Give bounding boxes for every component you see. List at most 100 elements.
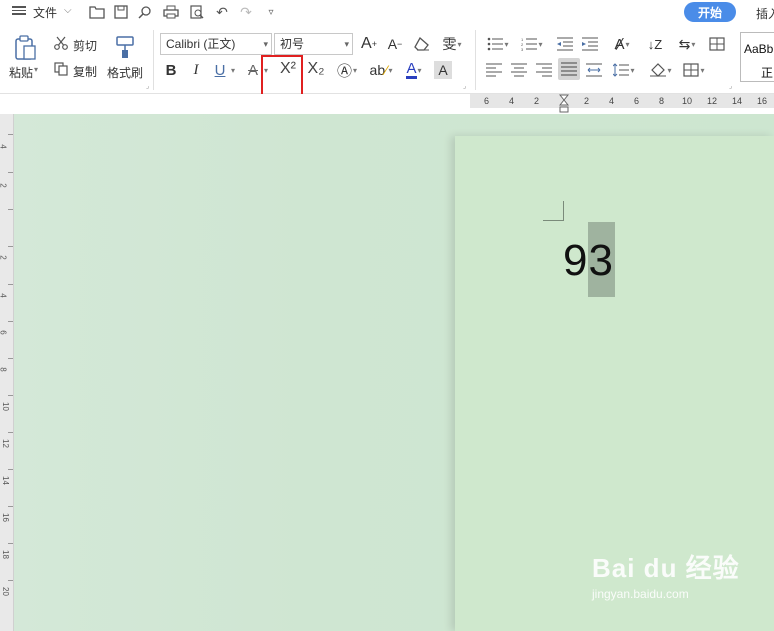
ruler-mark [8, 543, 13, 544]
ruler-tick: 6 [634, 96, 640, 106]
ruler-mark [8, 395, 13, 396]
bold-button[interactable]: B [162, 60, 180, 80]
menu-bar: 文件 ⌵ ↶ ↷ ▿ 开始 插入 [0, 0, 774, 24]
redo-icon[interactable]: ↷ [237, 3, 255, 21]
paragraph-launcher-icon[interactable]: ⌟ [729, 82, 732, 90]
tab-insert[interactable]: 插入 [756, 5, 774, 22]
divider [475, 30, 476, 90]
ruler-tick: 12 [0, 439, 10, 448]
print-preview-icon[interactable] [188, 3, 206, 21]
cut-button[interactable]: 剪切 [73, 37, 97, 54]
format-painter-button[interactable]: 格式刷 [107, 64, 143, 81]
vertical-ruler[interactable]: 4 2 2 4 6 8 10 12 14 16 18 20 [0, 114, 14, 631]
ruler-mark [8, 358, 13, 359]
highlight-icon[interactable]: ab ⁄ ▾ [366, 60, 396, 80]
ruler-tick: 20 [0, 587, 10, 596]
paste-button[interactable]: 粘贴 [9, 64, 33, 81]
ribbon: 粘贴 ▾ 剪切 复制 格式刷 ⌟ Calibri (正文) ▾ 初号 ▾ A + … [0, 24, 774, 97]
find-icon[interactable] [136, 3, 154, 21]
ruler-tick: 16 [757, 96, 768, 106]
ruler-tick: 8 [0, 367, 8, 371]
tab-home[interactable]: 开始 [684, 2, 736, 22]
ruler-mark [8, 469, 13, 470]
ruler-mark [8, 321, 13, 322]
decrease-indent-icon[interactable] [555, 34, 575, 54]
style-preview-text: AaBb [744, 42, 774, 56]
distributed-icon[interactable] [584, 60, 604, 80]
ruler-tick: 2 [0, 183, 8, 187]
increase-indent-icon[interactable] [580, 34, 600, 54]
style-gallery-item[interactable]: AaBb 正 [740, 32, 774, 82]
numbered-list-icon[interactable]: 1 2 3 ▾ [518, 34, 546, 54]
align-center-icon[interactable] [509, 60, 529, 80]
sort-icon[interactable]: ↓Z [645, 34, 665, 54]
horizontal-ruler[interactable]: 6 4 2 2 4 6 8 10 12 14 16 [0, 94, 774, 114]
watermark-url: jingyan.baidu.com [592, 587, 689, 601]
underline-dropdown-icon[interactable]: ▾ [229, 62, 237, 78]
svg-text:3: 3 [521, 47, 524, 51]
justify-icon[interactable] [558, 58, 580, 80]
ruler-tick: 2 [534, 96, 540, 106]
ruler-margin-area [470, 94, 774, 108]
ruler-mark [8, 284, 13, 285]
ruler-tick: 16 [0, 513, 10, 522]
copy-icon[interactable] [54, 62, 68, 76]
customize-quick-access-icon[interactable]: ▿ [262, 3, 280, 21]
text-effect-icon[interactable]: Ⓐ ▾ [333, 60, 361, 80]
ruler-tick: 10 [0, 402, 10, 411]
font-color-icon[interactable]: A ▾ [400, 60, 428, 80]
style-preview-label: 正 [761, 66, 774, 80]
margin-corner-mark [563, 201, 564, 221]
strikethrough-icon[interactable]: A [244, 60, 262, 80]
shrink-font-icon[interactable]: A − [385, 34, 405, 54]
align-right-icon[interactable] [534, 60, 554, 80]
ruler-tick: 4 [0, 293, 8, 297]
ruler-mark [8, 172, 13, 173]
phonetic-guide-icon[interactable]: 雯 ▾ [438, 34, 466, 54]
paste-icon[interactable] [12, 34, 38, 62]
borders-icon[interactable]: ▾ [680, 60, 708, 80]
change-case-icon[interactable]: Ⱥ ▾ [607, 34, 637, 54]
undo-icon[interactable]: ↶ [213, 3, 231, 21]
chevron-down-icon: ▾ [344, 39, 349, 49]
underline-button[interactable]: U [211, 60, 229, 80]
font-size-value: 初号 [280, 37, 305, 51]
ruler-tick: 12 [707, 96, 718, 106]
line-wrap-icon[interactable]: ⇆ ▾ [673, 34, 701, 54]
subscript-button[interactable]: X₂ [304, 58, 328, 80]
grow-font-icon[interactable]: A + [359, 34, 379, 54]
scissors-icon[interactable] [54, 36, 68, 50]
ruler-tick: 2 [584, 96, 590, 106]
margin-corner-mark [543, 220, 563, 221]
document-body-text[interactable]: 93 [563, 236, 614, 286]
line-spacing-icon[interactable]: ▾ [610, 60, 638, 80]
paste-dropdown-icon[interactable]: ▾ [34, 65, 38, 74]
chevron-down-icon[interactable]: ⌵ [64, 5, 72, 16]
ruler-mark [8, 209, 13, 210]
clear-format-icon[interactable] [412, 34, 432, 54]
menu-icon[interactable] [12, 4, 26, 18]
align-left-icon[interactable] [484, 60, 504, 80]
shading-icon[interactable]: ▾ [647, 60, 675, 80]
ruler-mark [8, 134, 13, 135]
baidu-watermark: Bai du 经验 jingyan.baidu.com [592, 548, 740, 601]
clipboard-launcher-icon[interactable]: ⌟ [146, 82, 149, 90]
ruler-tick: 4 [609, 96, 615, 106]
copy-button[interactable]: 复制 [73, 63, 97, 80]
ruler-tick: 14 [0, 476, 10, 485]
open-folder-icon[interactable] [88, 3, 106, 21]
font-name-select[interactable]: Calibri (正文) ▾ [160, 33, 272, 55]
chevron-down-icon: ▾ [263, 39, 268, 49]
file-menu[interactable]: 文件 [33, 4, 57, 21]
bullet-list-icon[interactable]: ▾ [484, 34, 512, 54]
italic-button[interactable]: I [187, 60, 205, 80]
divider [153, 30, 154, 90]
font-launcher-icon[interactable]: ⌟ [463, 82, 466, 90]
save-icon[interactable] [112, 3, 130, 21]
table-grid-icon[interactable] [707, 34, 727, 54]
format-painter-icon[interactable] [114, 34, 136, 60]
watermark-logo-text: Bai du 经验 [592, 553, 740, 583]
character-shading-icon[interactable]: A [434, 61, 452, 79]
print-icon[interactable] [162, 3, 180, 21]
font-size-select[interactable]: 初号 ▾ [274, 33, 353, 55]
